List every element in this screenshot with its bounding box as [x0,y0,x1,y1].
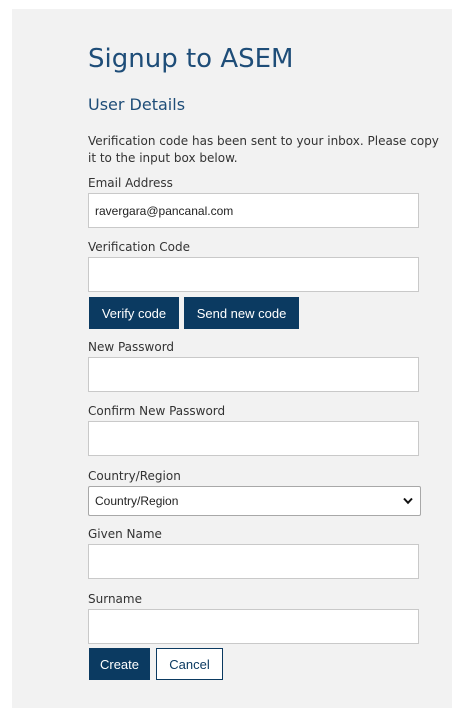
confirm-password-field[interactable] [88,421,419,456]
given-name-field[interactable] [88,544,419,579]
verification-message: Verification code has been sent to your … [88,134,439,165]
verification-code-label: Verification Code [88,240,190,254]
chevron-down-icon [403,497,413,505]
country-select[interactable]: Country/Region [88,486,421,516]
new-password-label: New Password [88,340,175,354]
cancel-button[interactable]: Cancel [156,648,223,680]
country-select-value: Country/Region [95,494,179,508]
new-password-field[interactable] [88,357,419,392]
email-field[interactable] [88,193,419,228]
verification-code-field[interactable] [88,257,419,292]
country-label: Country/Region [88,469,181,483]
section-heading: User Details [88,95,186,114]
page-title: Signup to ASEM [88,44,294,74]
surname-field[interactable] [88,609,419,644]
create-button[interactable]: Create [89,648,150,680]
send-new-code-button[interactable]: Send new code [184,297,299,329]
surname-label: Surname [88,592,142,606]
verify-code-button[interactable]: Verify code [89,297,179,329]
email-label: Email Address [88,176,173,190]
given-name-label: Given Name [88,527,162,541]
confirm-password-label: Confirm New Password [88,404,226,418]
